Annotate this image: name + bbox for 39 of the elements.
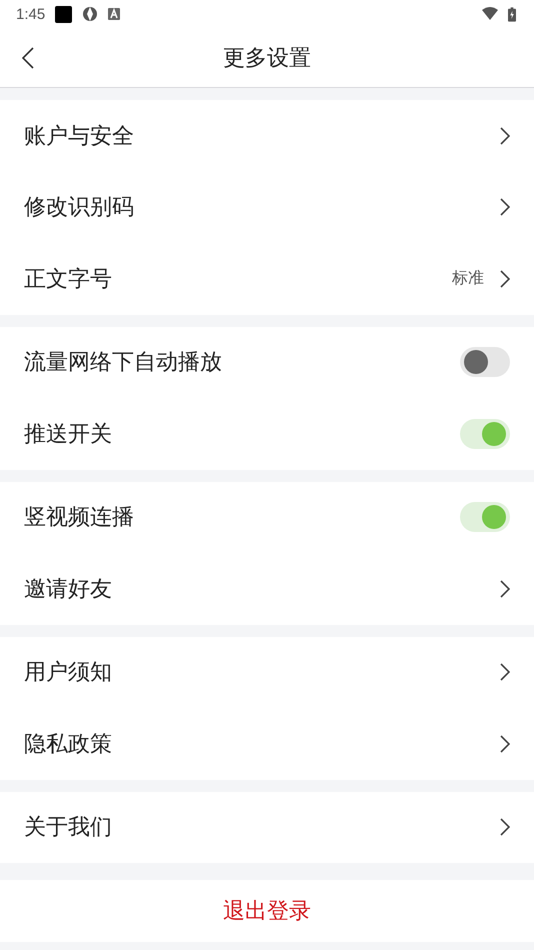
notification-icon bbox=[55, 6, 72, 22]
battery-icon bbox=[508, 6, 516, 22]
row-label: 关于我们 bbox=[24, 814, 113, 842]
toggle-switch[interactable] bbox=[460, 502, 510, 532]
status-time: 1:45 bbox=[16, 6, 46, 22]
chevron-icon bbox=[500, 270, 510, 288]
chevron-icon bbox=[500, 580, 510, 598]
row-label: 推送开关 bbox=[24, 420, 113, 449]
font-icon bbox=[108, 8, 120, 20]
settings-row[interactable]: 隐私政策 bbox=[0, 708, 534, 780]
row-label: 竖视频连播 bbox=[24, 504, 135, 532]
settings-row[interactable]: 正文字号 标准 bbox=[0, 243, 534, 314]
settings-row[interactable]: 流量网络下自动播放 bbox=[0, 326, 534, 398]
row-label: 正文字号 bbox=[24, 266, 113, 294]
page-title: 更多设置 bbox=[223, 44, 311, 72]
row-label: 用户须知 bbox=[24, 659, 113, 688]
settings-row[interactable]: 推送开关 bbox=[0, 398, 534, 470]
settings-row[interactable]: 修改识别码 bbox=[0, 172, 534, 243]
wifi-icon bbox=[482, 6, 498, 22]
row-label: 流量网络下自动播放 bbox=[24, 349, 223, 378]
chevron-icon bbox=[500, 126, 510, 145]
settings-row[interactable]: 账户与安全 bbox=[0, 100, 534, 172]
logout-button[interactable]: 退出登录 bbox=[0, 880, 534, 942]
chevron-icon bbox=[500, 818, 510, 836]
chevron-icon bbox=[500, 663, 510, 682]
aperture-icon bbox=[82, 6, 98, 22]
row-label: 隐私政策 bbox=[24, 730, 113, 759]
row-label: 邀请好友 bbox=[24, 576, 113, 604]
toggle-switch[interactable] bbox=[460, 347, 510, 378]
row-value: 标准 bbox=[452, 268, 484, 290]
settings-row[interactable]: 关于我们 bbox=[0, 792, 534, 863]
settings-row[interactable]: 邀请好友 bbox=[0, 553, 534, 624]
row-label: 账户与安全 bbox=[24, 122, 135, 151]
row-label: 修改识别码 bbox=[24, 194, 135, 222]
chevron-icon bbox=[500, 198, 510, 216]
chevron-icon bbox=[500, 734, 510, 753]
toggle-switch[interactable] bbox=[460, 418, 510, 449]
settings-row[interactable]: 用户须知 bbox=[0, 636, 534, 708]
settings-row[interactable]: 竖视频连播 bbox=[0, 482, 534, 553]
